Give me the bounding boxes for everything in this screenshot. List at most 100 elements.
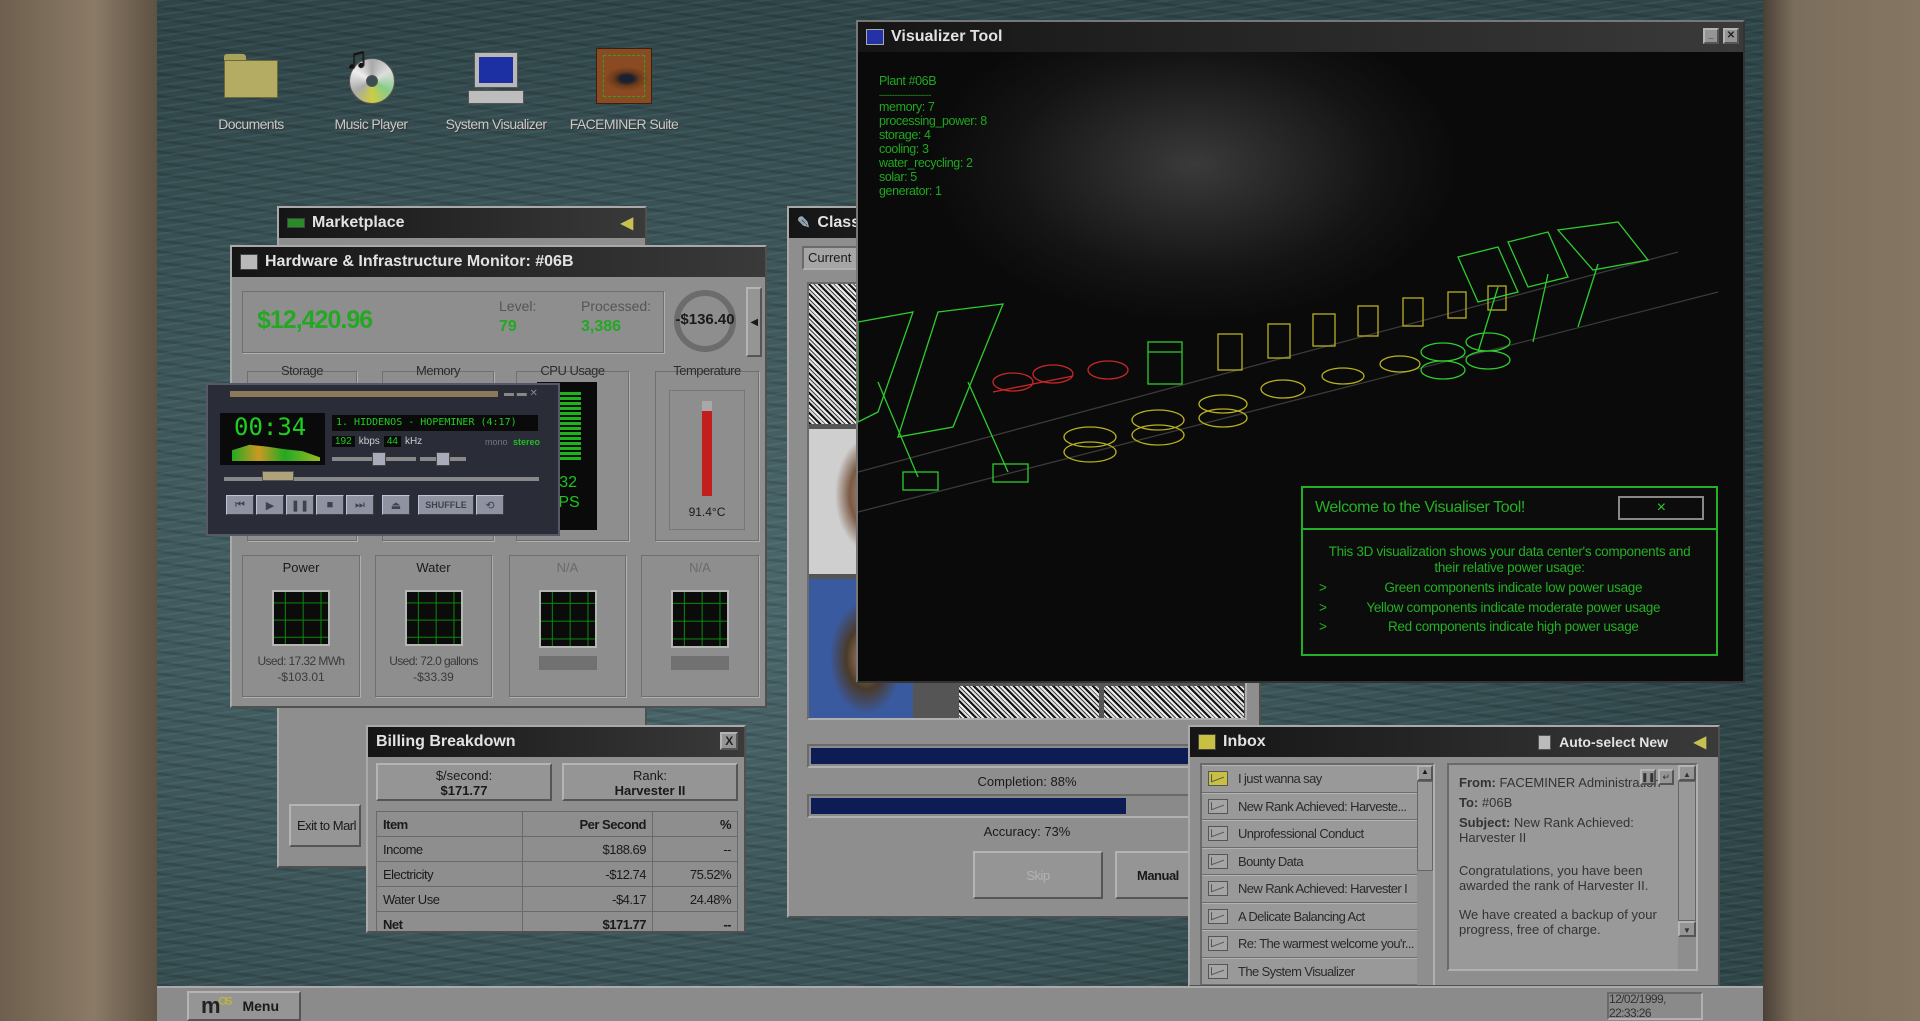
balance: $12,420.96 <box>257 306 373 334</box>
temperature-group: Temperature 91.4°C <box>655 363 759 541</box>
scrollbar[interactable]: ▲ <box>1417 765 1433 985</box>
close-button[interactable]: X <box>720 732 738 750</box>
na-card: N/A <box>509 555 626 697</box>
visualizer-canvas[interactable]: Plant #06B -------------------- memory: … <box>858 52 1743 681</box>
na-card: N/A <box>641 555 759 697</box>
next-button[interactable]: ⏭ <box>346 495 374 515</box>
welcome-dialog: Welcome to the Visualiser Tool! × This 3… <box>1301 486 1718 656</box>
na-bar <box>539 656 597 670</box>
desktop-icon-faceminer-suite[interactable]: FACEMINER Suite <box>569 48 679 132</box>
marketplace-titlebar[interactable]: Marketplace ◀ <box>279 208 645 238</box>
thermometer-fill <box>702 410 712 496</box>
table-row: Water Use -$4.17 24.48% <box>376 886 738 912</box>
completion-fill <box>811 748 1192 764</box>
list-item[interactable]: New Rank Achieved: Harvester I <box>1202 875 1417 903</box>
na-graph <box>539 590 597 648</box>
noise-image <box>959 686 1099 718</box>
message-subject: The System Visualizer <box>1238 963 1355 979</box>
shuffle-button[interactable]: SHUFFLE <box>418 495 474 515</box>
eject-button[interactable]: ⏏ <box>382 495 410 515</box>
repeat-button[interactable]: ⟲ <box>476 495 504 515</box>
read-mail-icon <box>1208 881 1228 897</box>
close-button[interactable]: ✕ <box>1723 28 1739 44</box>
monitor-bezel-right <box>1763 0 1920 1021</box>
player-display: 00:34 <box>220 413 325 465</box>
collapse-arrow-button[interactable]: ◀ <box>746 287 762 357</box>
pause-icon[interactable]: ❚❚ <box>1640 769 1656 785</box>
completion-label: Completion: 88% <box>977 774 1077 789</box>
seek-bar[interactable] <box>224 471 539 481</box>
read-mail-icon <box>1208 963 1228 979</box>
billing-breakdown-window: Billing Breakdown X $/second: $171.77 Ran… <box>366 725 746 933</box>
na-bar <box>671 656 729 670</box>
stop-button[interactable]: ■ <box>316 495 344 515</box>
clock: 12/02/1999, 22:33:26 <box>1607 992 1703 1020</box>
balance-slider[interactable] <box>420 452 466 466</box>
inbox-titlebar[interactable]: Inbox Auto-select New ◀ <box>1190 727 1718 757</box>
bitrate-info: 192 kbps 44 kHz <box>332 436 422 447</box>
hardware-monitor-titlebar[interactable]: Hardware & Infrastructure Monitor: #06B <box>232 247 765 277</box>
read-mail-icon <box>1208 908 1228 924</box>
welcome-close-button[interactable]: × <box>1618 496 1704 520</box>
table-row: Income $188.69 -- <box>376 836 738 862</box>
welcome-bullets: > Green components indicate low power usa… <box>1319 580 1661 634</box>
classifier-icon: ✎ <box>797 215 811 232</box>
table-header: Item Per Second% <box>376 811 738 837</box>
list-item[interactable]: Re: The warmest welcome you'r... <box>1202 930 1417 958</box>
message-preview: From: FACEMINER Administration To: #06B … <box>1447 763 1698 971</box>
read-mail-icon <box>1208 798 1228 814</box>
desktop: Documents ♫ Music Player System Visualiz… <box>157 0 1763 986</box>
power-graph <box>272 590 330 646</box>
spectrum-analyzer <box>232 444 320 461</box>
billing-titlebar[interactable]: Billing Breakdown X <box>368 727 744 757</box>
list-item[interactable]: A Delicate Balancing Act <box>1202 902 1417 930</box>
read-mail-icon <box>1208 936 1228 952</box>
list-item[interactable]: I just wanna say <box>1202 765 1417 793</box>
list-item[interactable]: The System Visualizer <box>1202 957 1417 985</box>
taskbar: mOS Menu 12/02/1999, 22:33:26 <box>157 986 1763 1021</box>
per-second-box: $/second: $171.77 <box>376 763 552 801</box>
pause-button[interactable]: ❚❚ <box>286 495 314 515</box>
message-subject: Bounty Data <box>1238 853 1304 869</box>
close-icon[interactable]: ▬ ▬ ✕ <box>504 388 538 399</box>
speaker-icon[interactable]: ◀ <box>1694 732 1706 752</box>
monitor-bezel-left <box>0 0 157 1021</box>
message-subject: Re: The warmest welcome you'r... <box>1238 936 1415 952</box>
music-player-titlebar[interactable] <box>230 391 498 397</box>
previous-button[interactable]: ⏮ <box>226 495 254 515</box>
welcome-intro: This 3D visualization shows your data ce… <box>1328 544 1691 575</box>
skip-button[interactable]: Skip <box>973 851 1103 899</box>
message-list: I just wanna say New Rank Achieved: Harve… <box>1200 763 1435 985</box>
preview-scrollbar[interactable]: ▲ ▼ <box>1678 765 1696 969</box>
music-player-window: ▬ ▬ ✕ 00:34 1. HIDDENOS - HOPEMINER (4:1… <box>206 383 560 536</box>
rate-value: -$136.40 <box>675 311 735 328</box>
list-item[interactable]: New Rank Achieved: Harveste... <box>1202 792 1417 820</box>
processed-label: Processed: <box>581 298 652 314</box>
noise-image <box>1104 686 1244 718</box>
auto-select-toggle[interactable]: Auto-select New <box>1538 734 1668 750</box>
desktop-icon-documents[interactable]: Documents <box>196 48 306 132</box>
noise-image <box>809 284 857 424</box>
desktop-icon-system-visualizer[interactable]: System Visualizer <box>441 48 551 132</box>
play-button[interactable]: ▶ <box>256 495 284 515</box>
reply-icon[interactable]: ↵ <box>1658 769 1674 785</box>
accuracy-fill <box>811 798 1127 814</box>
billing-table: Item Per Second% Income $188.69 -- Electric… <box>376 811 738 931</box>
list-item[interactable]: Bounty Data <box>1202 847 1417 875</box>
volume-slider[interactable] <box>332 452 416 466</box>
minimize-button[interactable]: _ <box>1703 28 1719 44</box>
table-row: Electricity -$12.74 75.52% <box>376 861 738 887</box>
list-item[interactable]: Unprofessional Conduct <box>1202 820 1417 848</box>
start-menu-button[interactable]: mOS Menu <box>187 991 301 1021</box>
desktop-icon-music-player[interactable]: ♫ Music Player <box>316 42 426 132</box>
message-subject: New Rank Achieved: Harvester I <box>1238 881 1408 897</box>
visualizer-titlebar[interactable]: Visualizer Tool _ ✕ <box>858 22 1743 52</box>
folder-icon <box>221 48 281 108</box>
speaker-icon[interactable]: ◀ <box>621 213 633 233</box>
eye-icon <box>594 48 654 108</box>
checkbox[interactable] <box>1538 734 1552 750</box>
completion-bar <box>807 744 1247 768</box>
water-graph <box>405 590 463 646</box>
red-components <box>992 360 1129 393</box>
exit-to-marketplace-button[interactable]: Exit to Marl <box>289 804 361 847</box>
